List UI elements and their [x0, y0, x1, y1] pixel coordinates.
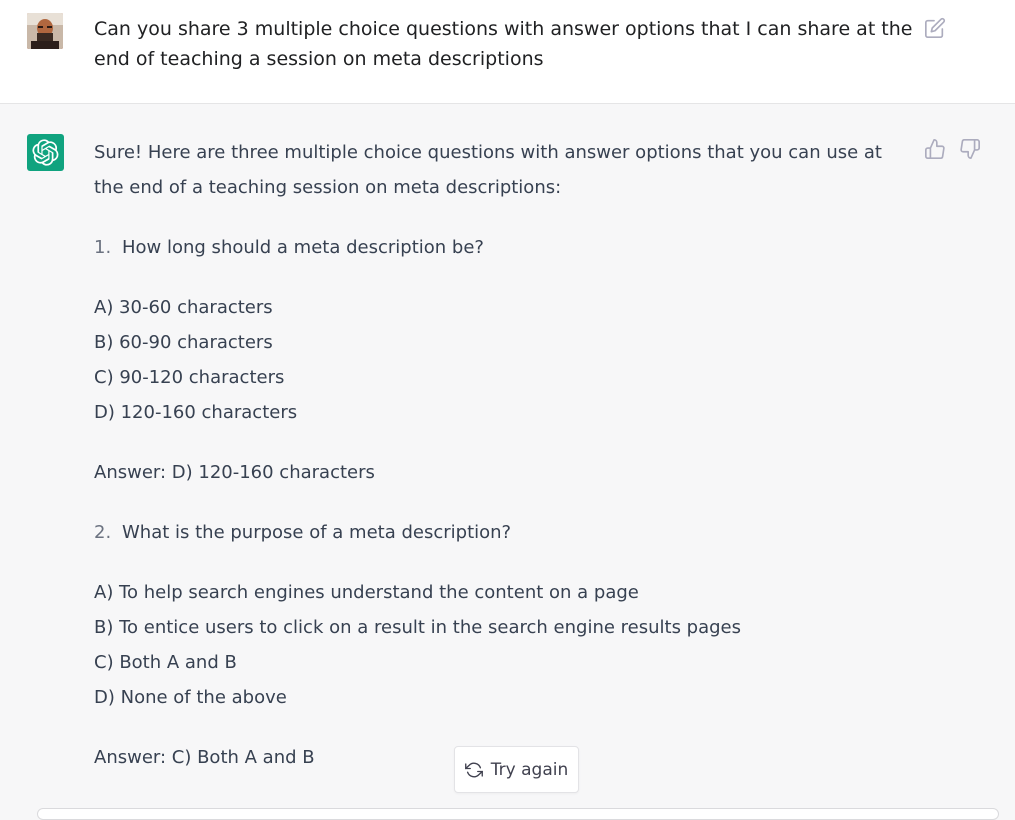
- option-item: B) To entice users to click on a result …: [94, 617, 742, 638]
- assistant-logo-icon: [27, 134, 64, 171]
- message-input-box[interactable]: [37, 808, 999, 820]
- question-number: 1.: [94, 237, 112, 258]
- refresh-icon: [464, 761, 483, 779]
- question-number: 2.: [94, 522, 112, 543]
- try-again-label: Try again: [490, 759, 569, 780]
- question-text: How long should a meta description be?: [122, 237, 484, 258]
- thumbs-down-icon[interactable]: [959, 138, 981, 160]
- try-again-button[interactable]: Try again: [454, 746, 579, 793]
- edit-icon[interactable]: [924, 17, 946, 39]
- option-item: C) 90-120 characters: [94, 367, 285, 388]
- option-item: C) Both A and B: [94, 652, 237, 673]
- option-item: A) 30-60 characters: [94, 297, 273, 318]
- option-item: D) 120-160 characters: [94, 402, 298, 423]
- option-item: B) 60-90 characters: [94, 332, 273, 353]
- thumbs-up-icon[interactable]: [924, 138, 946, 160]
- user-message-row: Can you share 3 multiple choice question…: [0, 0, 1015, 104]
- question-1: 1. How long should a meta description be…: [94, 230, 904, 265]
- question-text: What is the purpose of a meta descriptio…: [122, 522, 512, 543]
- question-2: 2. What is the purpose of a meta descrip…: [94, 515, 904, 550]
- assistant-message-body: Sure! Here are three multiple choice que…: [94, 135, 904, 775]
- option-item: A) To help search engines understand the…: [94, 582, 639, 603]
- answer-text: Answer: D) 120-160 characters: [94, 462, 375, 483]
- assistant-intro: Sure! Here are three multiple choice que…: [94, 142, 882, 198]
- option-item: D) None of the above: [94, 687, 287, 708]
- user-message-text: Can you share 3 multiple choice question…: [94, 18, 913, 70]
- user-avatar: [27, 13, 63, 49]
- assistant-message-row: Sure! Here are three multiple choice que…: [0, 104, 1015, 813]
